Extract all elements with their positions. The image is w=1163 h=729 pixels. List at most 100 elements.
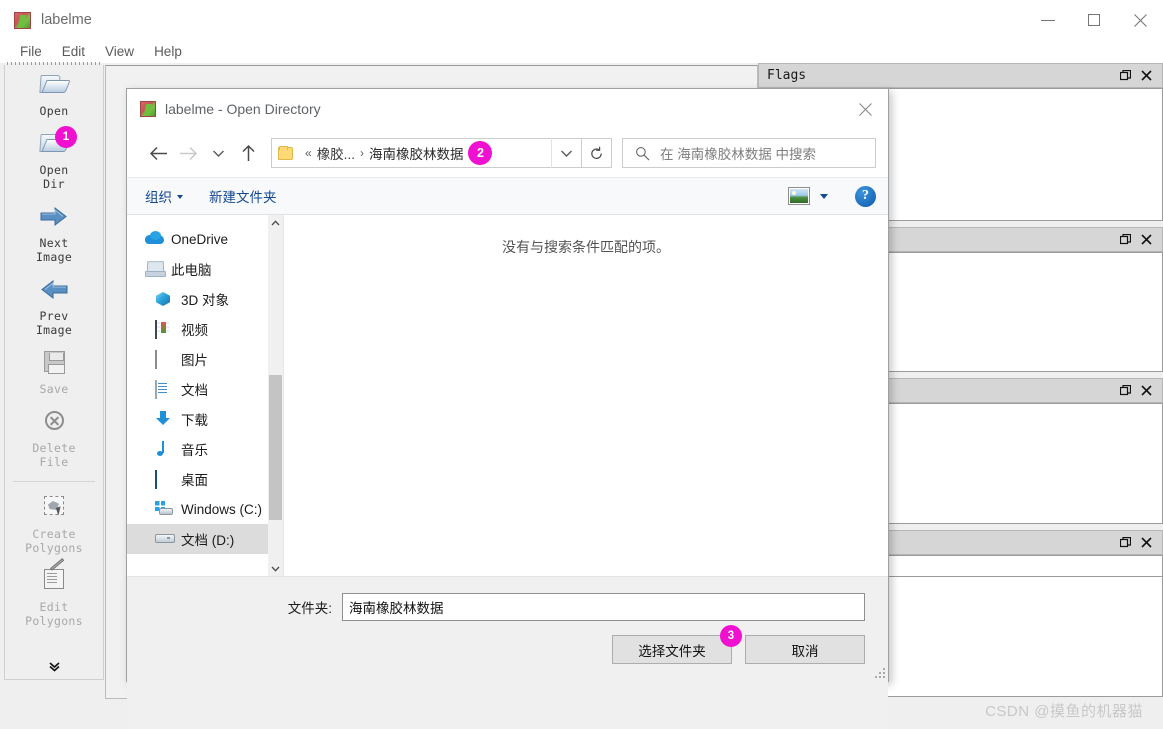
toolbar-label-delete-2: File — [39, 455, 69, 469]
nav-label-this-pc: 此电脑 — [171, 263, 212, 278]
organize-button[interactable]: 组织 — [145, 186, 183, 206]
toolbar-label-prev-1: Prev — [39, 309, 69, 323]
nav-item-music[interactable]: 音乐 — [127, 434, 283, 464]
close-button[interactable] — [1117, 0, 1163, 40]
menu-file[interactable]: File — [10, 42, 52, 61]
view-dropdown-chevron-down-icon[interactable] — [820, 193, 828, 199]
step-badge-3: 3 — [720, 625, 742, 647]
nav-item-windows-c[interactable]: Windows (C:) — [127, 494, 283, 524]
close-icon[interactable] — [1140, 234, 1152, 246]
close-icon[interactable] — [1140, 70, 1152, 82]
downloads-icon — [155, 411, 173, 427]
dialog-title: labelme - Open Directory — [165, 101, 321, 117]
minimize-button[interactable] — [1025, 0, 1071, 40]
maximize-button[interactable] — [1071, 0, 1117, 40]
toolbar-item-create-polygons[interactable]: Create Polygons — [5, 488, 103, 561]
help-button[interactable]: ? — [855, 185, 876, 207]
float-icon[interactable] — [1119, 70, 1131, 82]
close-icon[interactable] — [1140, 385, 1152, 397]
arrow-up-icon — [241, 144, 255, 161]
nav-item-3d-objects[interactable]: 3D 对象 — [127, 284, 283, 314]
address-dropdown-button[interactable] — [551, 138, 581, 168]
toolbar-label-create-1: Create — [32, 527, 76, 541]
toolbar-label-save: Save — [39, 382, 69, 396]
circle-x-icon — [37, 406, 71, 438]
chevron-down-icon — [561, 150, 572, 157]
refresh-button[interactable] — [582, 138, 612, 168]
navpane-scroll-thumb[interactable] — [269, 375, 282, 520]
left-toolbar: Open 1 Open Dir Next Image Prev Image Sa… — [4, 62, 104, 680]
arrow-right-icon — [37, 201, 71, 233]
toolbar-item-edit-polygons[interactable]: Edit Polygons — [5, 558, 103, 634]
nav-label-music: 音乐 — [181, 443, 208, 458]
nav-item-desktop[interactable]: 桌面 — [127, 464, 283, 494]
nav-item-onedrive[interactable]: OneDrive — [127, 224, 283, 254]
nav-label-documents: 文档 — [181, 383, 208, 398]
close-icon[interactable] — [1140, 537, 1152, 549]
toolbar-item-prev-image[interactable]: Prev Image — [5, 270, 103, 343]
nav-item-documents-d[interactable]: 文档 (D:) — [127, 524, 283, 554]
float-icon[interactable] — [1119, 537, 1131, 549]
folder-icon — [278, 145, 293, 160]
menu-edit[interactable]: Edit — [52, 42, 95, 61]
breadcrumb-current[interactable]: 海南橡胶林数据 — [369, 143, 464, 163]
nav-item-videos[interactable]: 视频 — [127, 314, 283, 344]
nav-back-button[interactable] — [143, 138, 173, 168]
address-bar[interactable]: « 橡胶... › 海南橡胶林数据 2 — [271, 138, 582, 168]
toolbar-separator — [13, 481, 95, 482]
music-icon — [155, 441, 173, 457]
breadcrumb-separator[interactable]: › — [355, 146, 369, 160]
labelme-logo-icon — [140, 101, 156, 117]
view-layout-icon[interactable] — [788, 187, 810, 205]
this-pc-icon — [145, 261, 163, 277]
toolbar-item-open-dir[interactable]: 1 Open Dir — [5, 124, 103, 197]
resize-grip-icon[interactable] — [875, 668, 885, 678]
nav-recent-button[interactable] — [203, 138, 233, 168]
videos-icon — [155, 320, 173, 339]
toolbar-label-next-1: Next — [39, 236, 69, 250]
nav-item-downloads[interactable]: 下载 — [127, 404, 283, 434]
maximize-icon — [1088, 14, 1100, 26]
new-folder-button[interactable]: 新建文件夹 — [209, 186, 277, 206]
menu-view[interactable]: View — [95, 42, 144, 61]
toolbar-item-save[interactable]: Save — [5, 343, 103, 402]
menu-help[interactable]: Help — [144, 42, 192, 61]
scroll-down-chevron-down-icon[interactable] — [268, 561, 283, 576]
scroll-up-chevron-up-icon[interactable] — [268, 215, 283, 230]
app-root: labelme File Edit View Help Open 1 Open … — [0, 0, 1163, 729]
search-box[interactable]: 在 海南橡胶林数据 中搜索 — [622, 138, 876, 168]
toolbar-item-delete-file[interactable]: Delete File — [5, 402, 103, 475]
float-icon[interactable] — [1119, 385, 1131, 397]
navpane-scrollbar[interactable] — [268, 215, 283, 576]
close-icon — [859, 102, 872, 116]
double-chevron-down-icon[interactable] — [5, 662, 103, 673]
float-icon[interactable] — [1119, 234, 1131, 246]
arrow-forward-icon — [179, 146, 197, 160]
nav-up-button[interactable] — [233, 138, 263, 168]
file-list-pane[interactable]: 没有与搜索条件匹配的项。 — [284, 215, 888, 576]
toolbar-label-open-dir-2: Dir — [43, 177, 65, 191]
toolbar-label-open: Open — [39, 104, 69, 118]
organize-label: 组织 — [145, 190, 172, 205]
toolbar-label-next-2: Image — [35, 250, 73, 264]
breadcrumb-parent[interactable]: 橡胶... — [317, 143, 355, 163]
dialog-navbar: « 橡胶... › 海南橡胶林数据 2 在 海南橡胶林数据 中搜索 — [127, 129, 888, 177]
documents-icon — [155, 380, 173, 399]
cancel-label: 取消 — [791, 643, 819, 659]
folder-input[interactable] — [342, 593, 865, 621]
nav-item-this-pc[interactable]: 此电脑 — [127, 254, 283, 284]
dialog-close-button[interactable] — [843, 89, 888, 129]
hard-drive-icon — [155, 531, 173, 547]
toolbar-item-open[interactable]: Open — [5, 65, 103, 124]
toolbar-label-open-dir-1: Open — [39, 163, 69, 177]
nav-item-documents[interactable]: 文档 — [127, 374, 283, 404]
nav-forward-button[interactable] — [173, 138, 203, 168]
toolbar-item-next-image[interactable]: Next Image — [5, 197, 103, 270]
cancel-button[interactable]: 取消 — [745, 635, 865, 664]
nav-item-pictures[interactable]: 图片 — [127, 344, 283, 374]
select-folder-label: 选择文件夹 — [638, 643, 706, 659]
dock-header-flags[interactable]: Flags — [758, 63, 1163, 88]
select-folder-button[interactable]: 选择文件夹 3 — [612, 625, 742, 664]
main-menubar: File Edit View Help — [0, 40, 1163, 63]
toolbar-label-edit-2: Polygons — [25, 614, 83, 628]
